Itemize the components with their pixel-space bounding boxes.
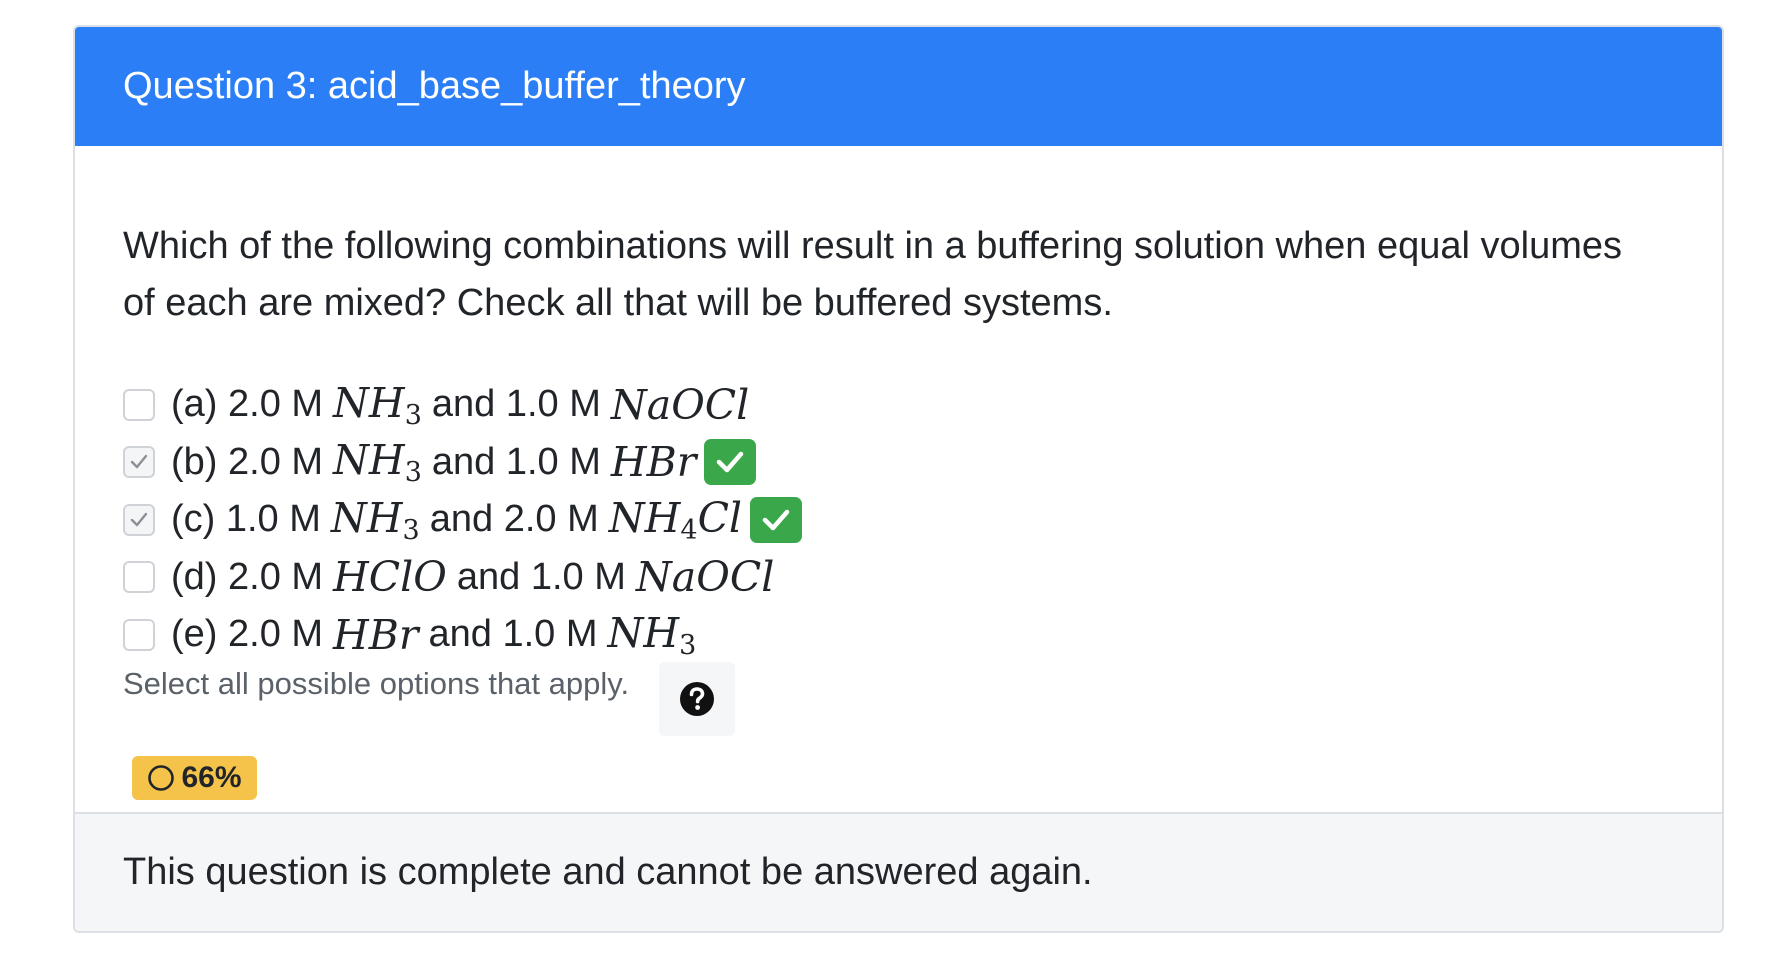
- question-title: Question 3: acid_base_buffer_theory: [123, 65, 746, 107]
- question-card: Question 3: acid_base_buffer_theory Whic…: [73, 25, 1724, 933]
- species-2: NaOCl: [610, 380, 750, 429]
- check-icon: [130, 512, 148, 526]
- check-icon: [130, 455, 148, 469]
- score-badge: 66%: [132, 756, 257, 800]
- correct-badge: [704, 439, 757, 486]
- option-c[interactable]: (c) 1.0 M NH3 and 2.0 M NH4Cl: [123, 491, 803, 549]
- species-2: NaOCl: [635, 553, 775, 602]
- species-1: NH3: [330, 493, 420, 546]
- help-button[interactable]: [659, 662, 735, 736]
- option-connector: and 1.0 M: [428, 613, 598, 656]
- checkmark-icon: [717, 452, 744, 473]
- species-2: NH4Cl: [608, 493, 743, 546]
- question-circle-icon: [680, 682, 714, 716]
- option-d-checkbox[interactable]: [123, 561, 155, 594]
- question-text: Which of the following combinations will…: [123, 225, 1622, 324]
- species-1: HBr: [333, 610, 419, 659]
- species-2: NH3: [607, 608, 697, 661]
- option-a[interactable]: (a) 2.0 M NH3 and 1.0 M NaOCl: [123, 376, 802, 434]
- circle-outline-icon: [148, 765, 175, 791]
- help-text: Select all possible options that apply.: [123, 666, 630, 701]
- option-label: (e) 2.0 M: [171, 613, 324, 656]
- checkmark-icon: [762, 509, 790, 530]
- card-footer: This question is complete and cannot be …: [75, 812, 1722, 931]
- option-connector: and 1.0 M: [431, 440, 601, 483]
- answer-options: (a) 2.0 M NH3 and 1.0 M NaOCl (b) 2.0 M …: [123, 376, 803, 664]
- option-b-checkbox[interactable]: [123, 446, 155, 479]
- species-1: HClO: [333, 553, 447, 602]
- option-connector: and 1.0 M: [431, 383, 601, 426]
- footer-message: This question is complete and cannot be …: [123, 851, 1093, 893]
- option-a-checkbox[interactable]: [123, 388, 155, 421]
- option-e[interactable]: (e) 2.0 M HBr and 1.0 M NH3: [123, 606, 802, 664]
- option-b[interactable]: (b) 2.0 M NH3 and 1.0 M HBr: [123, 434, 802, 492]
- option-label: (b) 2.0 M: [171, 440, 324, 483]
- card-body: Which of the following combinations will…: [75, 146, 1722, 814]
- card-header: Question 3: acid_base_buffer_theory: [75, 27, 1722, 146]
- option-e-checkbox[interactable]: [123, 618, 155, 651]
- species-1: NH3: [333, 378, 422, 431]
- option-label: (a) 2.0 M: [171, 383, 324, 426]
- option-label: (c) 1.0 M: [171, 498, 321, 541]
- correct-badge: [750, 496, 803, 543]
- option-d[interactable]: (d) 2.0 M HClO and 1.0 M NaOCl: [123, 549, 802, 607]
- species-1: NH3: [333, 436, 422, 489]
- species-2: HBr: [610, 438, 697, 487]
- option-c-checkbox[interactable]: [123, 503, 155, 536]
- score-value: 66%: [181, 761, 242, 794]
- option-label: (d) 2.0 M: [171, 555, 324, 598]
- option-connector: and 1.0 M: [456, 555, 626, 598]
- option-connector: and 2.0 M: [429, 498, 599, 541]
